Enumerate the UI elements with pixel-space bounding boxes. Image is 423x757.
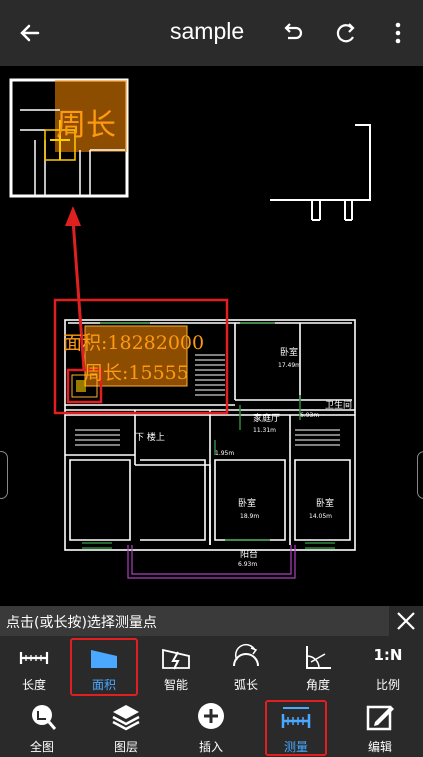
- top-app-bar: sample: [0, 0, 423, 66]
- hint-text: 点击(或长按)选择测量点: [6, 615, 157, 631]
- nav-insert[interactable]: 插入: [181, 696, 241, 756]
- nav-edit-label: 编辑: [367, 740, 392, 754]
- room-label-bedroom-right: 卧室: [316, 499, 335, 509]
- redo-icon[interactable]: [328, 15, 364, 51]
- edit-icon: [366, 705, 394, 731]
- nav-fit[interactable]: 全图: [12, 696, 72, 756]
- more-vertical-icon[interactable]: [380, 15, 416, 51]
- magnifier-label: 周长: [56, 108, 116, 143]
- area-measurement-label: 面积:18282000: [63, 332, 205, 354]
- zoom-fit-icon: [32, 705, 57, 730]
- tool-angle[interactable]: 角度: [288, 636, 348, 696]
- left-panel-handle[interactable]: [0, 451, 8, 499]
- hint-bar: 点击(或长按)选择测量点: [0, 606, 423, 636]
- drawing-canvas[interactable]: 面积:18282000 周长:15555 周长 卧室 17.49m 家庭厅 11…: [0, 66, 423, 606]
- tool-length[interactable]: 长度: [4, 636, 64, 696]
- perimeter-measurement-label: 周长:15555: [84, 362, 189, 384]
- tool-scale-label: 比例: [375, 678, 400, 692]
- add-icon: [198, 703, 224, 729]
- right-panel-handle[interactable]: [417, 451, 423, 499]
- nav-layers-label: 图层: [113, 740, 138, 754]
- room-area-living: 11.31m: [253, 427, 277, 434]
- tool-angle-label: 角度: [305, 678, 330, 692]
- tool-smart[interactable]: 智能: [146, 636, 206, 696]
- undo-icon[interactable]: [274, 15, 310, 51]
- room-label-balcony: 阳台: [240, 550, 259, 560]
- tool-arc[interactable]: 弧长: [216, 636, 276, 696]
- tool-scale[interactable]: 1:N 比例: [358, 636, 418, 696]
- arrow-left-icon[interactable]: [12, 15, 48, 51]
- nav-fit-label: 全图: [29, 740, 54, 754]
- measure-nav-highlight: [265, 700, 327, 756]
- room-area-bedroom-top: 17.49m: [278, 362, 302, 369]
- nav-layers[interactable]: 图层: [96, 696, 156, 756]
- ruler-length-icon: [19, 652, 49, 664]
- measure-toolbar: 长度 面积 智能 弧长 角度 1:N 比例: [0, 636, 423, 696]
- angle-icon: [306, 646, 331, 669]
- layers-icon: [112, 705, 140, 731]
- room-label-stairs: 下 楼上: [135, 433, 165, 443]
- tool-length-label: 长度: [21, 678, 46, 692]
- document-title: sample: [170, 18, 245, 44]
- room-area-bedroom-left: 18.9m: [240, 513, 260, 520]
- scale-ratio-icon: 1:N: [373, 646, 403, 664]
- room-area-bathroom: 6.93m: [300, 412, 320, 419]
- nav-edit[interactable]: 编辑: [350, 696, 410, 756]
- room-label-bedroom-top: 卧室: [280, 348, 299, 358]
- room-label-bathroom: 卫生间: [325, 401, 353, 411]
- nav-insert-label: 插入: [198, 740, 223, 754]
- room-area-small: 1.95m: [215, 450, 235, 457]
- room-label-living: 家庭厅: [253, 414, 281, 424]
- tool-arc-label: 弧长: [233, 678, 258, 692]
- close-icon[interactable]: [389, 606, 423, 636]
- tool-smart-label: 智能: [163, 678, 188, 692]
- arc-length-icon: [233, 644, 259, 667]
- smart-measure-icon: [162, 648, 190, 670]
- room-label-bedroom-left: 卧室: [238, 499, 257, 509]
- bottom-nav: 全图 图层 插入 测量 编辑: [0, 696, 423, 757]
- room-area-balcony: 6.93m: [238, 561, 258, 568]
- area-tool-highlight: [70, 638, 138, 696]
- room-area-bedroom-right: 14.05m: [309, 513, 333, 520]
